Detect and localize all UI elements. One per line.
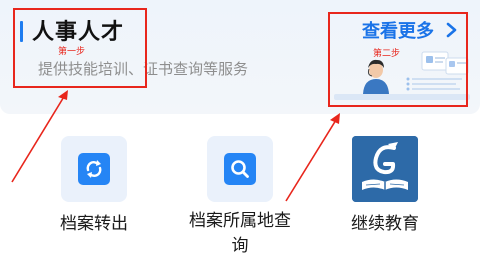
annotation-box-step2 bbox=[328, 12, 468, 107]
annotation-label-step1: 第一步 bbox=[58, 47, 86, 57]
search-icon bbox=[224, 153, 256, 185]
service-tile-archive-location[interactable] bbox=[207, 136, 273, 202]
transfer-icon bbox=[78, 153, 110, 185]
service-label-continuing-education[interactable]: 继续教育 bbox=[335, 209, 435, 234]
annotation-label-step2: 第二步 bbox=[373, 49, 401, 59]
service-tile-continuing-education[interactable] bbox=[352, 136, 418, 202]
service-label-archive-transfer[interactable]: 档案转出 bbox=[44, 209, 144, 234]
service-tile-archive-transfer[interactable] bbox=[61, 136, 127, 202]
service-label-archive-location[interactable]: 档案所属地查询 bbox=[184, 209, 296, 259]
education-book-icon bbox=[352, 136, 418, 202]
